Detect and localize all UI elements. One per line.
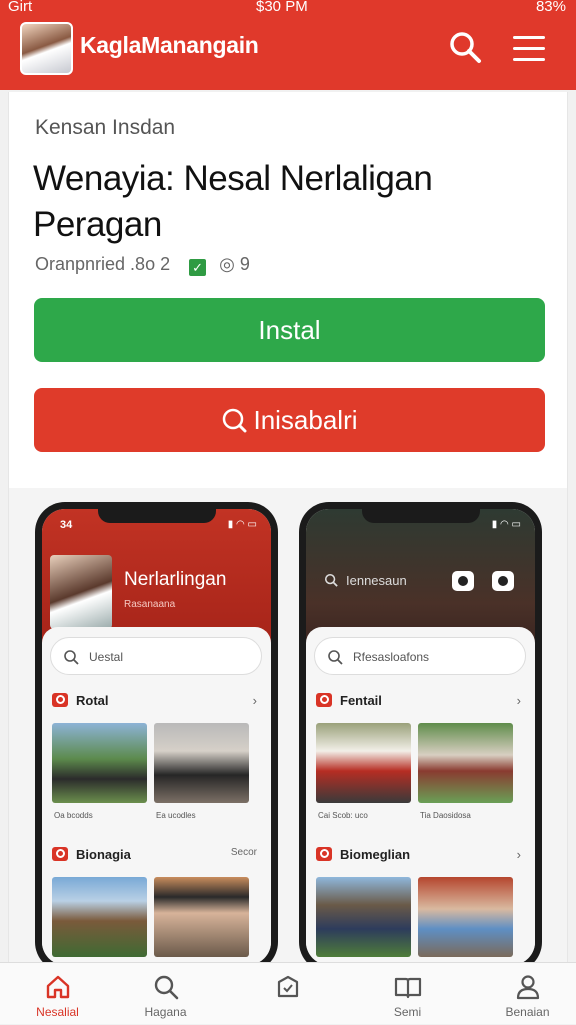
chevron-right-icon: › xyxy=(516,847,521,862)
photo xyxy=(52,723,147,803)
phone-search-field: Uestal xyxy=(50,637,262,675)
section-badge-icon xyxy=(52,693,68,707)
phone-status-icons: ▮ ◠ ▭ xyxy=(227,519,257,530)
app-meta: Oranpnried .8o 2 ✓ ◎ 9 xyxy=(35,254,250,276)
nav-home[interactable]: Nesalial xyxy=(0,963,115,1025)
photo xyxy=(154,877,249,957)
status-bar: Girt $30 PM 83% xyxy=(0,0,576,16)
section-label: Biomeglian xyxy=(340,847,411,862)
nav-library[interactable]: Semi xyxy=(350,963,465,1025)
secondary-button-label: Inisabalri xyxy=(253,405,358,435)
nav-label: Hagana xyxy=(144,1005,187,1019)
photo xyxy=(418,877,513,957)
section-badge-icon xyxy=(316,847,332,861)
section-badge-icon xyxy=(316,693,332,707)
profile-photo xyxy=(50,555,112,629)
section-label: Rotal xyxy=(76,693,109,708)
app-category: Kensan Insdan xyxy=(35,116,176,139)
app-logo xyxy=(20,22,73,75)
phone-section-2: Bionagia xyxy=(52,847,131,862)
phone-subtitle: Rasanaana xyxy=(124,599,176,610)
nav-search[interactable]: Hagana xyxy=(108,963,223,1025)
photo-caption: Tia Daosidosa xyxy=(420,811,471,820)
rating-icon: ◎ xyxy=(219,254,235,274)
app-meta-text: Oranpnried .8o 2 xyxy=(35,254,171,274)
search-icon xyxy=(64,650,79,665)
app-header: KaglaManangain xyxy=(0,16,576,90)
phone-title: Nerlarlingan xyxy=(124,569,227,590)
camera-icon xyxy=(452,571,474,591)
verified-icon: ✓ xyxy=(189,259,207,276)
screenshot-2[interactable]: ▮ ◠ ▭ Iennesaun Rfesasloafons Fentail › … xyxy=(299,502,542,962)
profile-icon xyxy=(516,975,539,1000)
nav-label: Semi xyxy=(393,1005,422,1019)
nav-tag[interactable] xyxy=(230,963,345,1025)
tag-icon xyxy=(277,975,298,998)
photo xyxy=(316,877,411,957)
search-icon xyxy=(328,650,343,665)
screenshots-gallery[interactable]: 34 ▮ ◠ ▭ Nerlarlingan Rasanaana Uestal R… xyxy=(9,488,567,962)
phone-section-1: Fentail xyxy=(316,693,382,708)
install-button[interactable]: Instal xyxy=(34,298,545,362)
bottom-navigation: Nesalial Hagana Semi Benaian xyxy=(0,962,576,1024)
section-label: Fentail xyxy=(340,693,382,708)
search-icon[interactable] xyxy=(448,30,482,64)
menu-icon[interactable] xyxy=(513,36,545,69)
screenshot-1[interactable]: 34 ▮ ◠ ▭ Nerlarlingan Rasanaana Uestal R… xyxy=(35,502,278,962)
photo xyxy=(154,723,249,803)
nav-label: Nesalial xyxy=(36,1005,79,1019)
status-time: $30 PM xyxy=(256,0,308,15)
phone-search-text: Rfesasloafons xyxy=(353,650,430,664)
home-icon xyxy=(46,975,69,999)
phone-search-text: Uestal xyxy=(89,650,124,664)
app-listing-card: Kensan Insdan Wenayia: Nesal Nerlaligan … xyxy=(8,92,568,962)
phone-status-icons: ▮ ◠ ▭ xyxy=(491,519,521,530)
section-extra: Secor xyxy=(230,847,257,858)
nav-profile[interactable]: Benaian xyxy=(470,963,576,1025)
status-battery: 83% xyxy=(535,0,566,15)
photo-caption: Cai Scob: uco xyxy=(318,811,368,820)
secondary-button[interactable]: Inisabalri xyxy=(34,388,545,452)
status-signal: Girt xyxy=(8,0,33,15)
app-name: KaglaManangain xyxy=(80,32,259,58)
photo xyxy=(316,723,411,803)
camera-icon xyxy=(492,571,514,591)
phone-search-field: Rfesasloafons xyxy=(314,637,526,675)
section-badge-icon xyxy=(52,847,68,861)
phone-section-1: Rotal xyxy=(52,693,109,708)
phone-top-search-text: Iennesaun xyxy=(346,573,407,588)
search-icon xyxy=(324,573,338,587)
chevron-right-icon: › xyxy=(252,693,257,708)
rating-count: 9 xyxy=(239,254,250,274)
app-title: Wenayia: Nesal Nerlaligan Peragan xyxy=(33,159,433,244)
search-icon xyxy=(223,408,247,433)
nav-label: Benaian xyxy=(505,1005,550,1019)
photo xyxy=(418,723,513,803)
photo-caption: Oa bcodds xyxy=(54,811,93,820)
search-icon xyxy=(154,975,178,1000)
photo-caption: Ea ucodles xyxy=(156,811,196,820)
chevron-right-icon: › xyxy=(516,693,521,708)
phone-top-search: Iennesaun xyxy=(324,573,407,588)
photo xyxy=(52,877,147,957)
book-icon xyxy=(394,977,421,999)
phone-section-2: Biomeglian xyxy=(316,847,410,862)
phone-time: 34 xyxy=(60,519,73,531)
section-label: Bionagia xyxy=(76,847,131,862)
